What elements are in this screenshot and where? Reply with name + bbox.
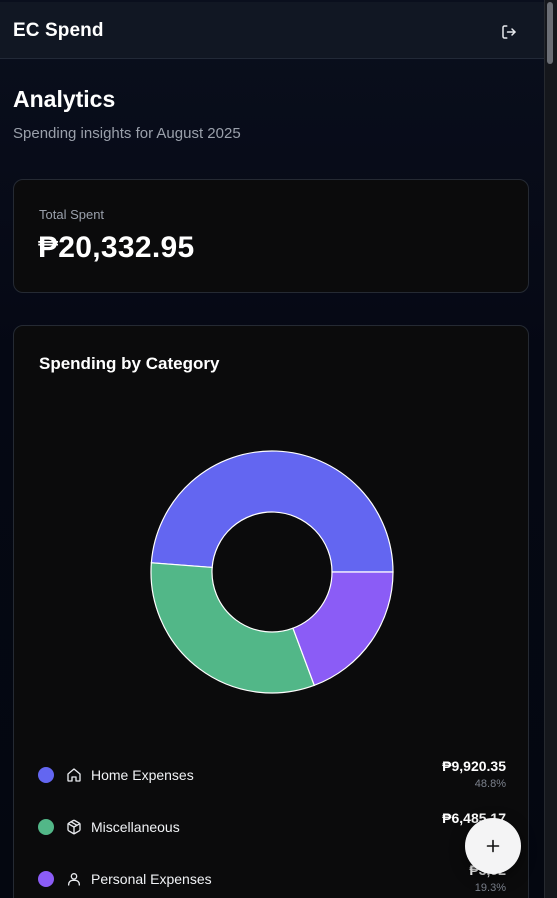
- legend-item-personal-expenses[interactable]: Personal Expenses ₱3,92 19.3%: [38, 862, 506, 898]
- category-card-title: Spending by Category: [39, 354, 220, 373]
- app-container: EC Spend Analytics Spending insights for…: [0, 0, 544, 898]
- scrollbar-thumb[interactable]: [547, 2, 553, 64]
- logout-icon: [502, 25, 516, 39]
- legend-item-percent: 48.8%: [474, 778, 506, 790]
- spending-by-category-card: Spending by Category Home Expenses ₱9,92…: [13, 325, 529, 898]
- legend-item-label: Home Expenses: [91, 767, 194, 783]
- donut-slice-personal-expenses[interactable]: [292, 571, 394, 687]
- add-expense-button[interactable]: [465, 818, 521, 874]
- total-spent-value: ₱20,332.95: [38, 231, 195, 264]
- page-title: Analytics: [13, 86, 116, 112]
- package-icon: [67, 819, 81, 835]
- legend-item-label: Miscellaneous: [91, 819, 180, 835]
- app-title: EC Spend: [13, 20, 104, 41]
- logout-button[interactable]: [497, 20, 521, 44]
- donut-slice-home-expenses[interactable]: [150, 450, 394, 573]
- legend-item-percent: 19.3%: [474, 882, 506, 894]
- page-scrollbar[interactable]: [544, 0, 557, 898]
- page-subtitle: Spending insights for August 2025: [13, 125, 241, 142]
- legend-item-home-expenses[interactable]: Home Expenses ₱9,920.35 48.8%: [38, 758, 506, 798]
- plus-icon: [486, 839, 500, 853]
- donut-chart: [150, 450, 394, 694]
- home-icon: [67, 768, 81, 782]
- legend-item-amount: ₱9,920.35: [442, 758, 506, 774]
- user-icon: [68, 873, 80, 886]
- total-spent-card: Total Spent ₱20,332.95: [13, 179, 529, 293]
- legend-item-miscellaneous[interactable]: Miscellaneous ₱6,485.17: [38, 810, 506, 850]
- legend-color-dot: [38, 767, 54, 783]
- legend-color-dot: [38, 819, 54, 835]
- donut-slice-miscellaneous[interactable]: [150, 562, 316, 694]
- app-header: EC Spend: [0, 2, 544, 59]
- legend-color-dot: [38, 871, 54, 887]
- total-spent-label: Total Spent: [39, 207, 105, 222]
- legend-item-label: Personal Expenses: [91, 871, 212, 887]
